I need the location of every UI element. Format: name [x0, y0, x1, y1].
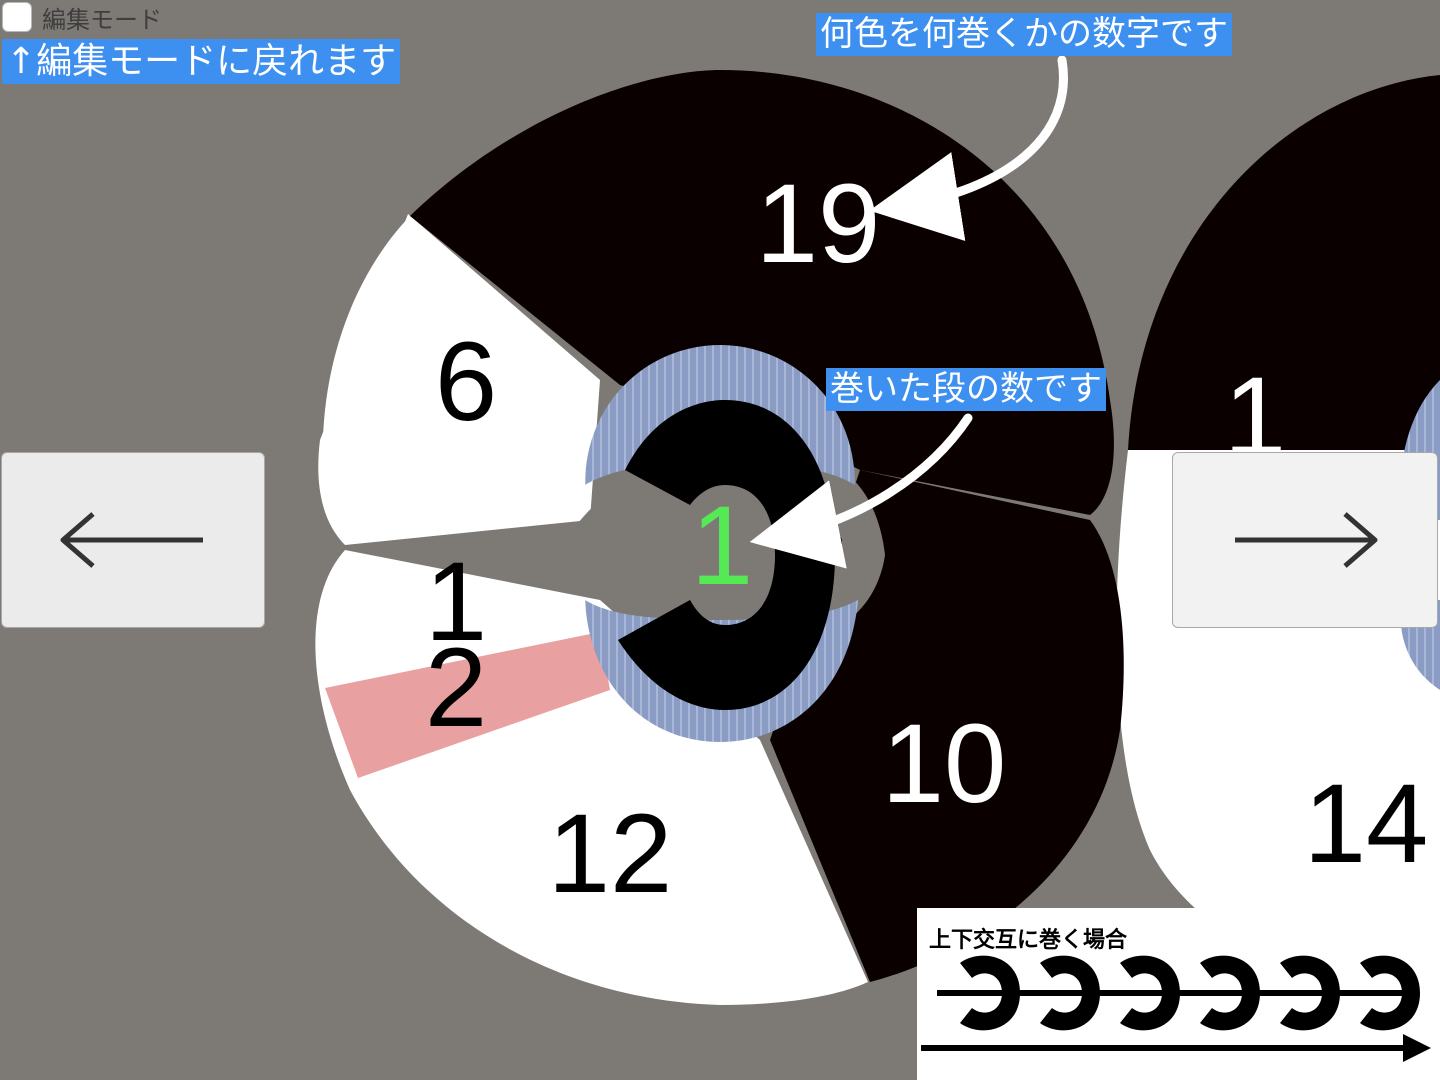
segment-value: 10 [882, 701, 1007, 826]
left-arrow-icon [60, 512, 203, 568]
next-button[interactable] [1172, 452, 1438, 628]
color-hint-label: 何色を何巻くかの数字です [816, 13, 1232, 56]
legend-panel: 上下交互に巻く場合 [917, 908, 1440, 1080]
right-arrow-icon [1235, 512, 1378, 568]
segment-value: 2 [425, 625, 487, 750]
next-wheel-segment-value: 14 [1304, 761, 1429, 886]
edit-hint-label: ↑編集モードに戻れます [2, 39, 401, 84]
segment-value: 19 [756, 161, 881, 286]
segment-value: 6 [435, 319, 497, 444]
edit-mode-toggle[interactable]: 編集モード [2, 2, 162, 34]
previous-button[interactable] [1, 452, 265, 628]
layer-count: 1 [691, 483, 753, 608]
segment-value: 12 [548, 791, 673, 916]
main-wheel: 19 6 1 2 12 10 1 [315, 70, 1124, 1005]
layer-hint-label: 巻いた段の数です [826, 368, 1106, 411]
edit-mode-checkbox[interactable] [2, 2, 32, 32]
edit-mode-label: 編集モード [42, 5, 162, 34]
alternating-winding-diagram [921, 955, 1431, 1062]
